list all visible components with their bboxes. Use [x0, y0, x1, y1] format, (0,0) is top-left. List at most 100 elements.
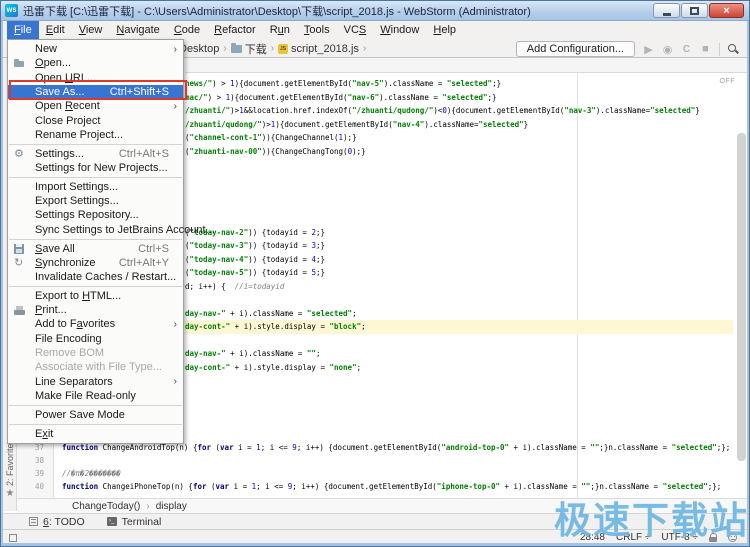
menu-navigate[interactable]: Navigate [109, 21, 166, 39]
menu-item-save-all[interactable]: Save AllCtrl+S [8, 241, 183, 255]
watermark: 极速下载站 [554, 490, 749, 544]
menu-file[interactable]: File [7, 21, 39, 39]
code-line[interactable]: ("channel-cont-1")){ChangeChannel(1);} [185, 131, 700, 145]
menu-item-synchronize[interactable]: ↻SynchronizeCtrl+Alt+Y [8, 256, 183, 270]
code-line[interactable]: ("today-nav-3")) {todayid = 3;} [185, 239, 700, 253]
menu-item-power-save-mode[interactable]: Power Save Mode [8, 408, 183, 422]
code-line[interactable]: /zhuanti/")>1&&location.href.indexOf("/z… [185, 104, 700, 118]
code-line[interactable]: day-nav-" + i).className = "selected"; [185, 307, 700, 321]
menu-item-rename-project[interactable]: Rename Project... [8, 128, 183, 142]
menu-window[interactable]: Window [373, 21, 426, 39]
tool-window-button-terminal[interactable]: ›_Terminal [107, 516, 162, 528]
code-line[interactable] [185, 185, 700, 199]
menu-item-settings-repository[interactable]: Settings Repository... [8, 208, 183, 222]
webstorm-window: WS 迅雷下载 [C:\迅雷下载] - C:\Users\Administrat… [0, 0, 750, 547]
code-line[interactable] [185, 172, 700, 186]
editor-scrollbar[interactable] [737, 133, 746, 461]
breadcrumb-label: 下载 [245, 41, 267, 57]
menu-item-close-project[interactable]: Close Project [8, 113, 183, 127]
menu-vcs[interactable]: VCS [337, 21, 374, 39]
code-line[interactable] [185, 158, 700, 172]
menu-refactor[interactable]: Refactor [207, 21, 263, 39]
add-configuration-button[interactable]: Add Configuration... [516, 41, 635, 57]
code-line[interactable]: news/") > 1){document.getElementById("na… [185, 77, 700, 91]
code-line[interactable] [185, 212, 700, 226]
code-line[interactable]: ("today-nav-5")) {todayid = 5;} [185, 266, 700, 280]
menu-item-add-to-favorites[interactable]: Add to Favorites› [8, 317, 183, 331]
menu-item-settings-for-new-projects[interactable]: Settings for New Projects... [8, 161, 183, 175]
menu-item-label: Sync Settings to JetBrains Account... [35, 224, 215, 236]
menu-item-export-settings[interactable]: Export Settings... [8, 194, 183, 208]
menu-item-sync-settings-to-jetbrains-account[interactable]: Sync Settings to JetBrains Account... [8, 223, 183, 237]
breadcrumb-item-script-2018-js[interactable]: JSscript_2018.js [278, 43, 359, 55]
menu-item-associate-with-file-type[interactable]: Associate with File Type... [8, 360, 183, 374]
minimize-icon [663, 13, 671, 16]
menu-separator [9, 286, 182, 287]
menu-item-new[interactable]: New› [8, 42, 183, 56]
code-line[interactable]: day-cont-" + i).style.display = "block"; [185, 320, 700, 334]
menu-help[interactable]: Help [426, 21, 463, 39]
menu-edit[interactable]: Edit [39, 21, 72, 39]
menu-item-export-to-html[interactable]: Export to HTML... [8, 289, 183, 303]
menu-bar: FileEditViewNavigateCodeRefactorRunTools… [3, 21, 747, 39]
coverage-icon[interactable]: C [680, 44, 693, 55]
code-line[interactable] [185, 199, 700, 213]
menu-item-remove-bom[interactable]: Remove BOM [8, 346, 183, 360]
maximize-button[interactable] [681, 3, 708, 18]
sidebar-item-favorites[interactable]: 2: Favorites ★ [3, 439, 17, 511]
tool-window-label: Terminal [122, 516, 162, 528]
menu-code[interactable]: Code [167, 21, 207, 39]
breadcrumb-separator: › [146, 501, 149, 512]
stop-icon[interactable]: ■ [699, 43, 712, 55]
menu-item-settings[interactable]: ⚙Settings...Ctrl+Alt+S [8, 147, 183, 161]
code-line[interactable]: //�π�2������� [62, 468, 730, 481]
menu-item-line-separators[interactable]: Line Separators› [8, 375, 183, 389]
code-line[interactable] [62, 455, 730, 468]
menu-item-import-settings[interactable]: Import Settings... [8, 180, 183, 194]
menu-tools[interactable]: Tools [297, 21, 337, 39]
save-icon [14, 244, 24, 254]
code-line[interactable]: ("zhuanti-nav-00")){ChangeChangTong(0);} [185, 145, 700, 159]
menu-item-label: Import Settings... [35, 181, 169, 193]
menu-item-open-recent[interactable]: Open Recent› [8, 99, 183, 113]
close-button[interactable]: × [709, 3, 744, 18]
code-line[interactable] [185, 334, 700, 348]
breadcrumb-item-desktop[interactable]: Desktop [179, 43, 219, 55]
breadcrumb-scope[interactable]: ChangeToday() [72, 501, 140, 512]
breadcrumb-item-下载[interactable]: 下载 [231, 41, 267, 57]
todo-icon [29, 517, 38, 526]
code-line[interactable]: day-cont-" + i).style.display = "none"; [185, 361, 700, 375]
run-icon[interactable]: ▶ [642, 43, 655, 56]
code-line[interactable]: ("today-nav-4")) {todayid = 4;} [185, 253, 700, 267]
code-line[interactable] [185, 293, 700, 307]
debug-icon[interactable]: ◉ [661, 43, 674, 56]
menu-item-label: Save All [35, 243, 128, 255]
printer-icon [14, 305, 25, 316]
menu-separator [9, 177, 182, 178]
code-line[interactable]: d; i++) { //i=todayid [185, 280, 700, 294]
off-label: OFF [720, 78, 736, 85]
menu-item-label: Open Recent [35, 100, 169, 112]
js-file-icon: JS [278, 44, 288, 54]
code-line[interactable]: day-nav-" + i).className = ""; [185, 347, 700, 361]
menu-item-exit[interactable]: Exit [8, 426, 183, 440]
menu-run[interactable]: Run [263, 21, 297, 39]
tool-window-toggle-icon[interactable] [9, 534, 17, 542]
code-line[interactable]: /zhuanti/qudong/")>1){document.getElemen… [185, 118, 700, 132]
menu-item-file-encoding[interactable]: File Encoding [8, 332, 183, 346]
menu-view[interactable]: View [72, 21, 110, 39]
breadcrumb-member[interactable]: display [156, 501, 187, 512]
menu-item-open[interactable]: Open... [8, 56, 183, 70]
code-line[interactable]: function ChangeAndroidTop(n) {for (var i… [62, 442, 730, 455]
minimize-button[interactable] [653, 3, 680, 18]
menu-item-print[interactable]: Print... [8, 303, 183, 317]
code-line[interactable]: ("today-nav-2")) {todayid = 2;} [185, 226, 700, 240]
menu-item-label: New [35, 43, 169, 55]
code-line[interactable]: mac/") > 1){document.getElementById("nav… [185, 91, 700, 105]
menu-separator [9, 144, 182, 145]
menu-item-invalidate-caches-restart[interactable]: Invalidate Caches / Restart... [8, 270, 183, 284]
menu-item-label: Settings Repository... [35, 209, 169, 221]
menu-item-make-file-read-only[interactable]: Make File Read-only [8, 389, 183, 403]
search-icon[interactable] [727, 43, 739, 55]
tool-window-button-6-todo[interactable]: 6: TODO [29, 516, 85, 528]
